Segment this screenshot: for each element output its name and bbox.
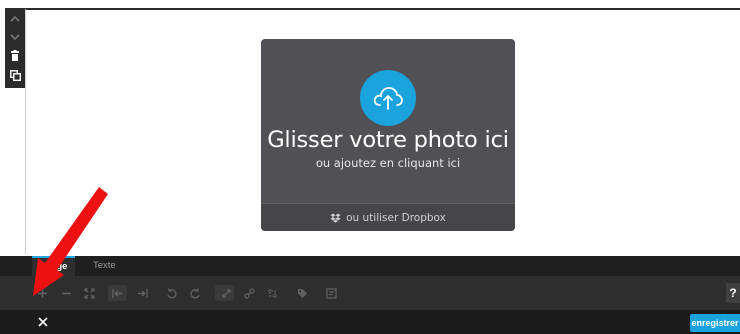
cloud-upload-icon xyxy=(360,70,416,126)
close-icon[interactable] xyxy=(36,315,50,329)
save-button[interactable]: enregistrer xyxy=(690,314,740,332)
crop-icon[interactable] xyxy=(263,284,281,302)
dropbox-button[interactable]: ou utiliser Dropbox xyxy=(261,203,515,231)
rotate-right-icon[interactable] xyxy=(186,284,204,302)
caption-icon[interactable] xyxy=(322,284,340,302)
dropbox-label: ou utiliser Dropbox xyxy=(346,211,446,224)
delete-icon[interactable] xyxy=(5,47,25,65)
align-right-icon[interactable] xyxy=(133,284,151,302)
rotate-left-icon[interactable] xyxy=(162,284,180,302)
dropzone-title: Glisser votre photo ici xyxy=(267,127,509,153)
move-up-icon[interactable] xyxy=(5,10,25,28)
dropbox-icon xyxy=(330,213,341,223)
help-button[interactable]: ? xyxy=(726,283,740,303)
dropzone-subtitle[interactable]: ou ajoutez en cliquant ici xyxy=(261,156,515,170)
tag-icon[interactable] xyxy=(293,284,311,302)
move-down-icon[interactable] xyxy=(5,28,25,46)
link-icon[interactable] xyxy=(240,284,258,302)
tab-texte[interactable]: Texte xyxy=(85,256,124,276)
block-toolbar xyxy=(5,8,25,88)
fit-icon[interactable] xyxy=(80,284,98,302)
zoom-in-icon[interactable] xyxy=(33,284,51,302)
expand-icon[interactable] xyxy=(217,284,235,302)
duplicate-icon[interactable] xyxy=(5,66,25,84)
editor-tab-bar: Image Texte xyxy=(0,256,740,276)
zoom-out-icon[interactable] xyxy=(57,284,75,302)
image-toolbar: ? xyxy=(0,276,740,310)
tab-image[interactable]: Image xyxy=(32,256,76,276)
photo-dropzone[interactable]: Glisser votre photo ici ou ajoutez en cl… xyxy=(261,39,515,231)
align-left-icon[interactable] xyxy=(108,284,126,302)
editor-action-bar: enregistrer xyxy=(0,310,740,334)
